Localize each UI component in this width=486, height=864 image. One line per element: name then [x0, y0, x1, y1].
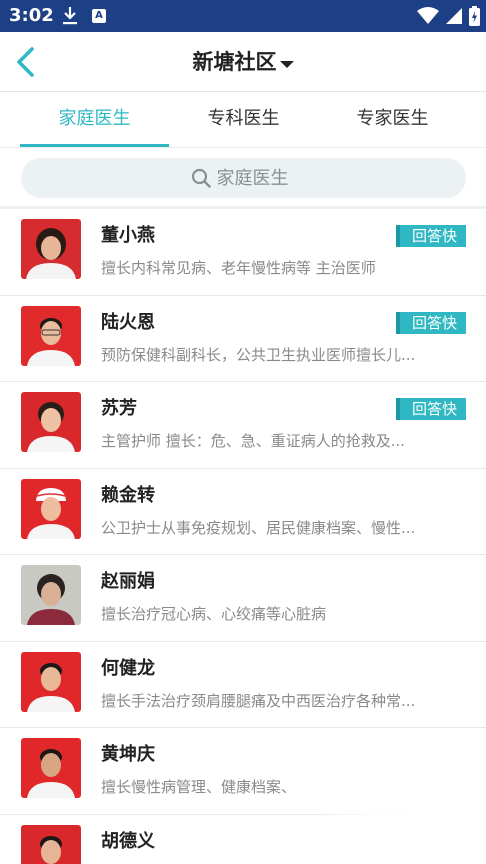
doctor-name: 胡德义 [101, 830, 155, 852]
doctor-name: 陆火恩 [101, 311, 155, 333]
app-header: 新塘社区 [0, 32, 486, 92]
fast-reply-badge: 回答快 [395, 225, 466, 247]
notification-a-icon: A [92, 9, 106, 23]
status-bar: 3:02 A [0, 0, 486, 32]
doctor-name: 董小燕 [101, 225, 155, 246]
doctor-avatar [21, 392, 81, 452]
doctor-avatar [21, 565, 81, 625]
community-selector[interactable]: 新塘社区 [0, 46, 486, 76]
doctor-name: 黄坤庆 [101, 744, 155, 765]
doctor-name: 赵丽娟 [101, 571, 155, 592]
signal-icon [446, 8, 462, 24]
wifi-icon [417, 7, 439, 24]
caret-down-icon [279, 61, 294, 68]
doctor-avatar [21, 651, 81, 712]
doctor-row[interactable]: 胡德义 [0, 814, 486, 864]
fast-reply-badge: 回答快 [395, 398, 466, 420]
doctor-row[interactable]: 何健龙 擅长手法治疗颈肩腰腿痛及中西医治疗各种常... [0, 641, 486, 728]
active-tab-indicator [20, 144, 169, 147]
doctor-row[interactable]: 苏芳 主管护师 擅长：危、急、重证病人的抢救及... 回答快 [0, 382, 486, 469]
battery-icon [469, 6, 480, 26]
doctor-description: 擅长手法治疗颈肩腰腿痛及中西医治疗各种常... [101, 691, 416, 710]
doctor-description: 擅长内科常见病、老年慢性病等 主治医师 [101, 259, 376, 277]
search-bar[interactable] [21, 158, 466, 198]
tab-expert-doctor[interactable]: 专家医生 [318, 92, 467, 148]
doctor-name: 苏芳 [101, 398, 137, 419]
doctor-name: 何健龙 [101, 657, 155, 679]
doctor-row[interactable]: 黄坤庆 擅长慢性病管理、健康档案、 [0, 728, 486, 815]
download-icon [63, 7, 77, 25]
doctor-avatar [21, 305, 81, 366]
search-icon [191, 168, 211, 188]
doctor-avatar [21, 219, 81, 279]
doctor-type-tabs: 家庭医生 专科医生 专家医生 [0, 92, 486, 148]
search-input[interactable] [216, 167, 297, 189]
doctor-description: 预防保健科副科长，公共卫生执业医师擅长儿... [101, 345, 416, 364]
doctor-row[interactable]: 陆火恩 预防保健科副科长，公共卫生执业医师擅长儿... 回答快 [0, 295, 486, 382]
doctor-list: 董小燕 擅长内科常见病、老年慢性病等 主治医师 回答快 陆火恩 预防保健科副科长… [0, 209, 486, 864]
doctor-row[interactable]: 赵丽娟 擅长治疗冠心病、心绞痛等心脏病 [0, 555, 486, 642]
fast-reply-badge: 回答快 [395, 311, 466, 334]
doctor-description: 主管护师 擅长：危、急、重证病人的抢救及... [101, 432, 406, 450]
doctor-name: 赖金转 [101, 484, 155, 506]
doctor-row[interactable]: 董小燕 擅长内科常见病、老年慢性病等 主治医师 回答快 [0, 209, 486, 296]
doctor-description: 擅长治疗冠心病、心绞痛等心脏病 [101, 605, 327, 623]
status-time: 3:02 [9, 5, 54, 26]
doctor-avatar [21, 738, 81, 798]
tab-family-doctor[interactable]: 家庭医生 [20, 92, 169, 148]
doctor-avatar [21, 824, 81, 864]
doctor-avatar [21, 478, 81, 539]
tab-specialist-doctor[interactable]: 专科医生 [169, 92, 318, 148]
doctor-row[interactable]: 赖金转 公卫护士从事免疫规划、居民健康档案、慢性... [0, 468, 486, 555]
page-title: 新塘社区 [192, 50, 277, 74]
doctor-description: 公卫护士从事免疫规划、居民健康档案、慢性... [101, 518, 416, 537]
doctor-description: 擅长慢性病管理、健康档案、 [101, 778, 297, 796]
